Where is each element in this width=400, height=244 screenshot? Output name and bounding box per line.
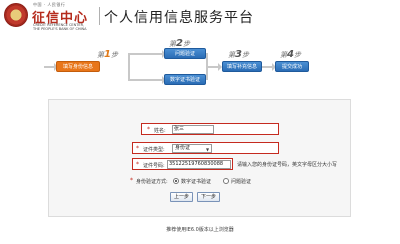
radio-certificate[interactable] (173, 178, 179, 184)
step-1-box: 填写身份信息 (56, 61, 100, 72)
connector-split (128, 53, 130, 80)
verify-method-label: 身份验证方式: (136, 179, 168, 185)
id-type-row: * 证件类型: 身份证 ▼ (49, 142, 350, 154)
logo-english-line2: THE PEOPLE'S BANK OF CHINA (33, 27, 87, 31)
verify-method-row: * 身份验证方式: 数字证书验证 问题验证 (130, 177, 252, 185)
chevron-down-icon: ▼ (205, 147, 210, 152)
step-progress: 第1步 第2步 第3步 第4步 填写身份信息 问题验证 数字证书验证 填写补充信… (44, 33, 354, 89)
connector-to-step2-top (128, 50, 166, 58)
step-2-certificate-box: 数字证书验证 (164, 74, 206, 85)
connector-start (44, 63, 58, 71)
id-type-field-frame: * 证件类型: 身份证 ▼ (132, 142, 279, 154)
site-title: 个人信用信息服务平台 (104, 10, 254, 26)
identity-form-panel: * 姓名: 张三 * 证件类型: 身份证 ▼ * 证件号码: 351225197… (48, 99, 351, 217)
connector-to-step4 (262, 63, 276, 71)
id-type-select[interactable]: 身份证 ▼ (172, 144, 212, 153)
name-input[interactable]: 张三 (172, 125, 214, 134)
id-type-label: 证件类型: (143, 147, 165, 153)
step-3-box: 填写补充信息 (222, 61, 262, 72)
name-row: * 姓名: 张三 (49, 123, 350, 135)
connector-to-step3 (206, 63, 222, 71)
radio-certificate-label[interactable]: 数字证书验证 (181, 178, 211, 185)
connector-to-step2-bottom (128, 76, 166, 84)
radio-question[interactable] (223, 178, 229, 184)
step-4-box: 提交成功 (275, 61, 309, 72)
id-number-hint: 请输入您的身份证号码，英文字母区分大小写 (237, 162, 338, 168)
name-label: 姓名: (154, 128, 166, 134)
previous-button[interactable]: 上一步 (170, 192, 193, 202)
next-button[interactable]: 下一步 (197, 192, 220, 202)
browser-recommendation: 推荐使用IE6.0版本以上浏览器 (166, 227, 234, 233)
step-3-label: 第3步 (228, 49, 249, 60)
header-divider (99, 7, 100, 25)
step-2-question-box: 问题验证 (164, 48, 206, 59)
button-row: 上一步 下一步 (49, 192, 350, 204)
id-number-row: * 证件号码: 35122519760830088 请输入您的身份证号码，英文字… (49, 158, 350, 170)
id-number-label: 证件号码: (143, 163, 165, 169)
name-field-frame: * 姓名: 张三 (141, 123, 279, 135)
step-1-label: 第1步 (97, 49, 118, 60)
id-number-input[interactable]: 35122519760830088 (167, 160, 231, 169)
step-4-label: 第4步 (280, 49, 301, 60)
radio-question-label[interactable]: 问题验证 (231, 178, 251, 185)
id-number-field-frame: * 证件号码: 35122519760830088 (132, 158, 233, 170)
credit-center-emblem-icon (4, 3, 28, 27)
header: 中国 · 人民银行 征信中心 CREDIT REFERENCE CENTER, … (0, 0, 400, 32)
